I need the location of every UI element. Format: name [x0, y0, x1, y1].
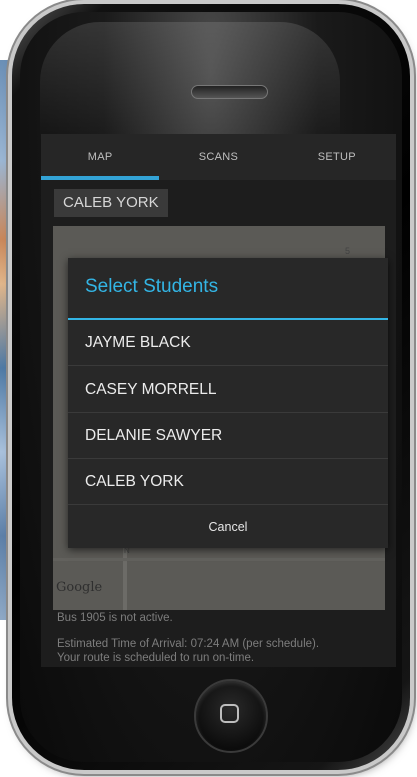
student-option[interactable]: CALEB YORK [68, 459, 388, 505]
select-students-dialog: Select Students JAYME BLACK CASEY MORREL… [68, 258, 388, 548]
map-street-label: 5 [345, 246, 351, 256]
dialog-title: Select Students [85, 276, 219, 297]
eta-line: Estimated Time of Arrival: 07:24 AM (per… [57, 638, 320, 650]
cancel-button[interactable]: Cancel [68, 506, 388, 548]
google-attribution: Google [56, 580, 103, 595]
eta-text: Estimated Time of Arrival: 07:24 AM (per… [57, 637, 396, 665]
earpiece-speaker [191, 85, 268, 99]
student-option[interactable]: DELANIE SAWYER [68, 413, 388, 459]
bus-status-text: Bus 1905 is not active. [57, 612, 173, 624]
eta-line: Your route is scheduled to run on-time. [57, 652, 255, 664]
tab-map[interactable]: MAP [41, 134, 160, 180]
glass-glare [40, 22, 340, 142]
home-square-icon [220, 704, 239, 723]
tab-bar: MAP SCANS SETUP [41, 134, 396, 180]
student-option[interactable]: CASEY MORRELL [68, 367, 388, 413]
app-screen: MAP SCANS SETUP CALEB YORK 5 N Google Bu… [41, 134, 396, 667]
tab-scans[interactable]: SCANS [159, 134, 277, 180]
tab-setup[interactable]: SETUP [278, 134, 396, 180]
selected-student-button[interactable]: CALEB YORK [54, 189, 168, 217]
home-button[interactable] [194, 679, 268, 753]
phone-frame: MAP SCANS SETUP CALEB YORK 5 N Google Bu… [12, 4, 410, 770]
student-option[interactable]: JAYME BLACK [68, 320, 388, 366]
map-road [53, 558, 385, 561]
